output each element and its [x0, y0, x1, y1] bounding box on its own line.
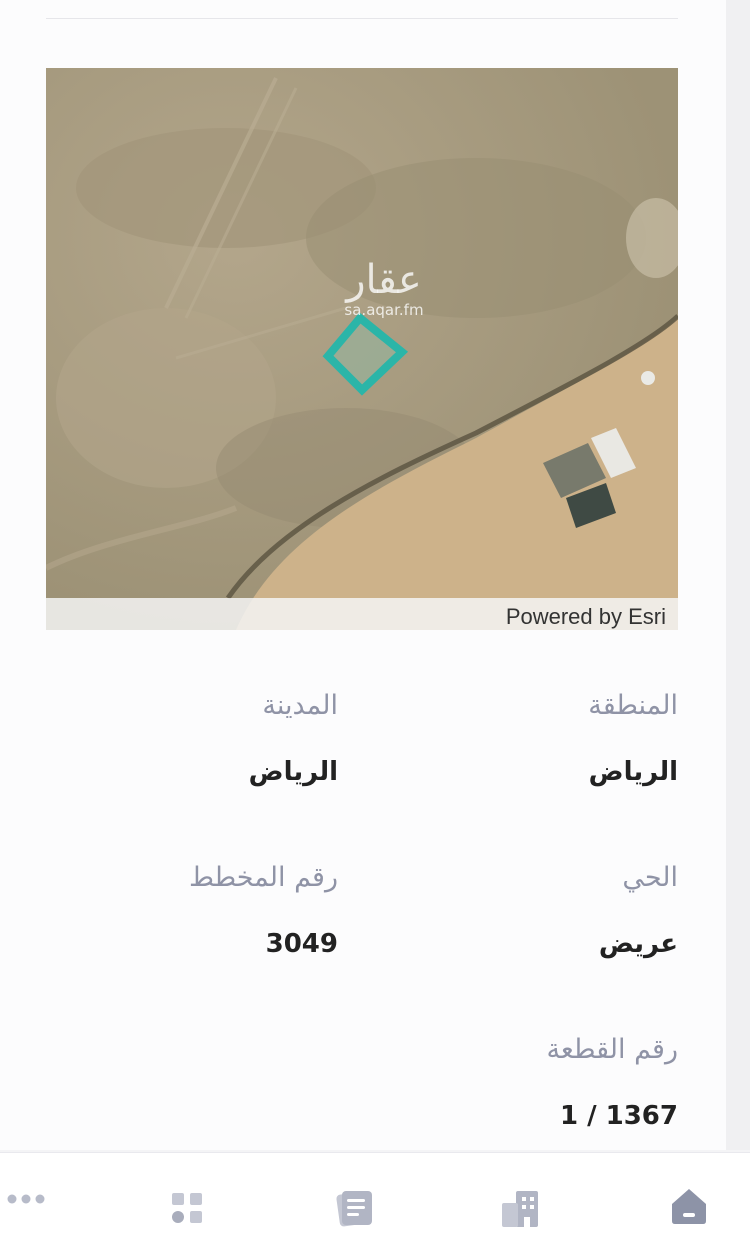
- satellite-map[interactable]: عقار sa.aqar.fm Powered by Esri: [46, 68, 678, 630]
- region-label: المنطقة: [588, 690, 678, 721]
- city-label: المدينة: [262, 690, 338, 721]
- map-attribution: Powered by Esri: [46, 598, 678, 630]
- divider: [46, 18, 678, 19]
- watermark-url: sa.aqar.fm: [344, 301, 424, 319]
- plan-number-value: 3049: [265, 929, 338, 959]
- attribution-text: Powered by Esri: [505, 604, 666, 629]
- field-plan-number: رقم المخطط 3049: [38, 852, 338, 984]
- map-imagery: [46, 68, 678, 630]
- plot-number-value: 1 / 1367: [559, 1101, 678, 1131]
- field-region: المنطقة الرياض: [378, 680, 678, 812]
- field-district: الحي عريض: [378, 852, 678, 984]
- plot-number-label: رقم القطعة: [546, 1034, 678, 1065]
- field-plot-number: رقم القطعة 1 / 1367: [378, 1024, 678, 1156]
- district-label: الحي: [622, 862, 678, 893]
- map-watermark: عقار sa.aqar.fm: [324, 258, 444, 318]
- property-details-card: عقار sa.aqar.fm Powered by Esri المنطقة …: [0, 0, 726, 1150]
- watermark-brand: عقار: [346, 257, 422, 303]
- page-gutter: [726, 0, 750, 1150]
- home-icon[interactable]: [668, 1185, 710, 1231]
- bottom-navigation: [0, 1152, 750, 1247]
- district-value: عريض: [598, 929, 678, 959]
- buildings-icon[interactable]: [500, 1189, 540, 1233]
- plan-number-label: رقم المخطط: [188, 862, 338, 893]
- region-value: الرياض: [588, 757, 678, 787]
- more-icon[interactable]: [6, 1191, 46, 1210]
- city-value: الرياض: [248, 757, 338, 787]
- listings-icon[interactable]: [334, 1187, 378, 1233]
- field-city: المدينة الرياض: [38, 680, 338, 812]
- apps-grid-icon[interactable]: [170, 1191, 206, 1231]
